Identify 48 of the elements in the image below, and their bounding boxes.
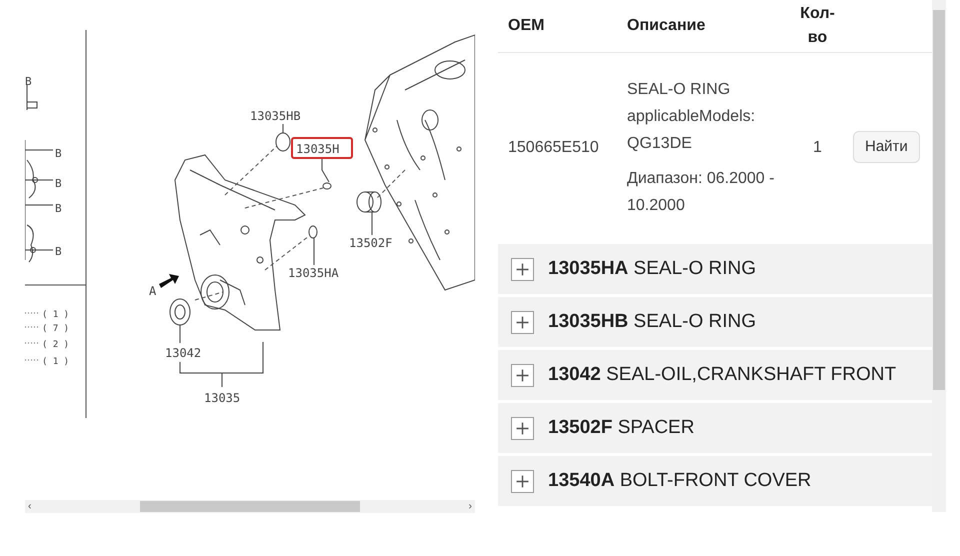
column-header: Кол-во <box>800 5 835 46</box>
part-callout[interactable]: A <box>149 284 156 298</box>
reference-mark: B <box>55 147 62 160</box>
leader-line <box>282 124 284 134</box>
part-row[interactable]: 13035HA SEAL-O RING <box>498 244 932 294</box>
part-callout[interactable]: 13035 <box>204 391 240 405</box>
leader-line <box>322 158 330 182</box>
part-title: 13502F SPACER <box>548 416 694 440</box>
part-row[interactable]: 13502F SPACER <box>498 403 932 453</box>
column-header: Описание <box>627 17 706 34</box>
part-row[interactable]: 13540A BOLT-FRONT COVER <box>498 456 932 506</box>
leader-line <box>25 326 40 328</box>
part-row[interactable]: 13042 SEAL-OIL,CRANKSHAFT FRONT <box>498 350 932 400</box>
quantity-label: ( 2 ) <box>42 340 70 350</box>
vertical-scrollbar[interactable] <box>932 0 946 512</box>
leader-line <box>25 312 40 314</box>
date-range: Диапазон: 06.2000 - 10.2000 <box>627 168 776 216</box>
reference-mark: B <box>25 75 32 88</box>
quantity-label: ( 7 ) <box>42 324 70 334</box>
part-callout[interactable]: 13035HA <box>288 266 339 280</box>
quantity-label: ( 1 ) <box>42 310 70 320</box>
part-callout[interactable]: 13042 <box>165 346 202 360</box>
reference-mark: B <box>55 245 62 258</box>
part-row[interactable]: 13035HB SEAL-O RING <box>498 297 932 347</box>
part-callout[interactable]: 13502F <box>349 236 392 250</box>
plus-icon[interactable] <box>511 416 534 440</box>
part-callout[interactable]: 13035HB <box>250 109 301 123</box>
plus-icon[interactable] <box>511 310 534 334</box>
part-title: 13540A BOLT-FRONT COVER <box>548 468 812 493</box>
plus-icon[interactable] <box>511 470 534 492</box>
part-callout[interactable]: 13035H <box>296 142 340 156</box>
plus-icon[interactable] <box>511 258 534 280</box>
quantity-label: ( 1 ) <box>42 357 70 367</box>
scroll-right-arrow[interactable]: › <box>468 500 472 513</box>
part-description: SEAL-O RING applicableModels: QG13DE <box>627 80 756 154</box>
find-button[interactable]: Найти <box>853 130 920 164</box>
oem-number: 150665E510 <box>508 138 599 156</box>
quantity: 1 <box>813 138 822 156</box>
leader-line <box>25 342 40 344</box>
column-header: OEM <box>508 17 544 34</box>
part-title: 13042 SEAL-OIL,CRANKSHAFT FRONT <box>548 362 896 387</box>
reference-mark: B <box>55 202 62 215</box>
part-title: 13035HB SEAL-O RING <box>548 310 756 334</box>
part-title: 13035HA SEAL-O RING <box>548 256 756 281</box>
plus-icon[interactable] <box>511 364 534 386</box>
reference-mark: B <box>55 177 62 190</box>
scroll-left-arrow[interactable]: ‹ <box>28 500 32 513</box>
horizontal-scrollbar[interactable]: ‹ › <box>25 500 475 513</box>
